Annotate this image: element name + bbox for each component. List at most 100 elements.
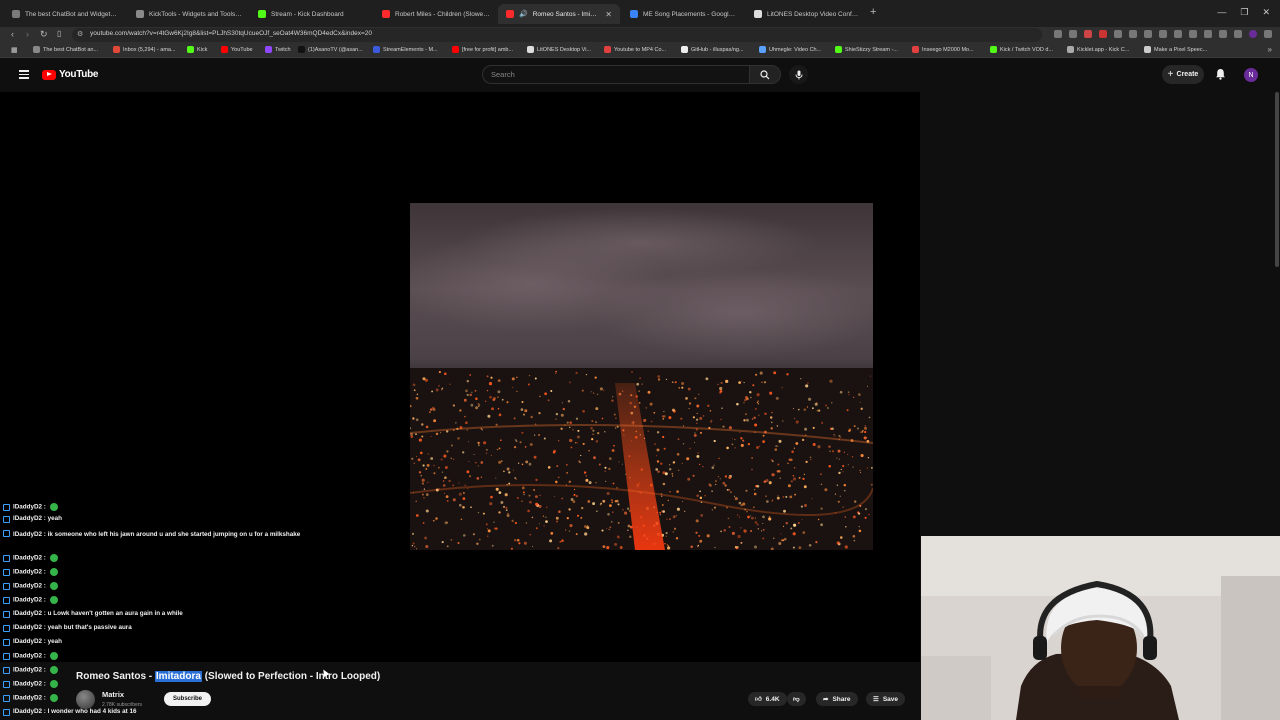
share-button[interactable]: ➦ Share	[816, 692, 858, 706]
bookmark-item[interactable]: LitONES Desktop Vi...	[527, 46, 591, 53]
extension-icon[interactable]	[1144, 30, 1152, 38]
create-button[interactable]: + Create	[1162, 65, 1204, 84]
search-button[interactable]	[749, 65, 781, 84]
chat-separator: :	[42, 680, 48, 688]
audio-playing-icon[interactable]: 🔊	[519, 10, 528, 18]
extension-icon[interactable]	[1189, 30, 1197, 38]
close-window-icon[interactable]: ✕	[1262, 7, 1270, 18]
subscribe-button[interactable]: Subscribe	[164, 692, 211, 706]
extension-icon[interactable]	[1084, 30, 1092, 38]
bookmark-favicon-icon	[1067, 46, 1074, 53]
extension-icon[interactable]	[1234, 30, 1242, 38]
city-light	[682, 443, 685, 445]
bookmark-item[interactable]: Inseego M2000 Mo...	[912, 46, 974, 53]
bookmark-item[interactable]: ShieStizzy Stream -...	[835, 46, 898, 53]
bookmark-item[interactable]: Kick	[187, 46, 207, 53]
city-light	[756, 446, 759, 449]
save-button[interactable]: ☰ Save	[866, 692, 906, 706]
city-light	[769, 391, 773, 395]
reload-icon[interactable]: ↻	[40, 29, 48, 40]
browser-tab[interactable]: ME Song Placements - Google Docs	[622, 4, 746, 24]
profile-icon[interactable]	[1249, 30, 1257, 38]
bookmark-favicon-icon	[265, 46, 272, 53]
extension-icon[interactable]	[1129, 30, 1137, 38]
youtube-logo[interactable]: YouTube	[42, 69, 99, 80]
video-frame-city-night[interactable]	[410, 203, 873, 550]
bookmark-item[interactable]: The best ChatBot an...	[33, 46, 98, 53]
menu-hamburger-icon[interactable]	[19, 70, 29, 79]
extension-icon[interactable]	[1174, 30, 1182, 38]
new-tab-button[interactable]: +	[870, 6, 876, 18]
chat-message-body: lDaddyD2 :	[13, 503, 58, 511]
bookmark-item[interactable]: Twitch	[265, 46, 291, 53]
city-light	[429, 411, 431, 413]
bookmarks-overflow-icon[interactable]: »	[1268, 45, 1272, 54]
city-light	[768, 516, 771, 518]
back-icon[interactable]: ‹	[11, 29, 14, 39]
city-light	[843, 483, 847, 487]
restore-icon[interactable]: ❐	[1240, 7, 1248, 18]
city-light	[631, 371, 633, 373]
bookmark-item[interactable]: Uhmegle: Video Ch...	[759, 46, 821, 53]
city-light	[839, 495, 841, 497]
bookmark-page-icon[interactable]: ▯	[57, 29, 61, 38]
bookmark-item[interactable]: Make a Pixel Speec...	[1144, 46, 1207, 53]
address-bar[interactable]: ⚙ youtube.com/watch?v=r4tGw6Kj2Ig8&list=…	[72, 28, 1042, 42]
menu-dots-icon[interactable]	[1264, 30, 1272, 38]
extension-icon[interactable]	[1054, 30, 1062, 38]
browser-tab-active[interactable]: 🔊 Romeo Santos - Imitadora (S ✕	[498, 4, 620, 24]
like-button[interactable]: 👍︎ 6.4K	[748, 692, 787, 706]
voice-search-button[interactable]	[789, 65, 808, 84]
channel-name[interactable]: Matrix	[102, 690, 124, 699]
bookmark-item[interactable]: Kicklet.app - Kick C...	[1067, 46, 1129, 53]
city-light	[868, 513, 870, 516]
site-info-icon[interactable]: ⚙	[77, 30, 83, 38]
bookmark-item[interactable]: YouTube	[221, 46, 253, 53]
chat-text: yeah but that's passive aura	[47, 624, 132, 631]
page-scrollbar[interactable]	[1275, 92, 1279, 267]
city-light	[486, 528, 488, 530]
bookmark-item[interactable]: StreamElements - M...	[373, 46, 438, 53]
extension-icon[interactable]	[1099, 30, 1107, 38]
extension-icon[interactable]	[1114, 30, 1122, 38]
notifications-button[interactable]	[1215, 67, 1226, 85]
close-tab-icon[interactable]: ✕	[605, 10, 612, 19]
browser-tab[interactable]: The best ChatBot and Widgets for K	[4, 4, 126, 24]
channel-avatar[interactable]	[76, 690, 95, 709]
browser-tab[interactable]: Stream - Kick Dashboard	[250, 4, 372, 24]
forward-icon[interactable]: ›	[26, 29, 29, 39]
browser-tab[interactable]: LitONES Desktop Video Conference	[746, 4, 868, 24]
extension-icon[interactable]	[1204, 30, 1212, 38]
bell-icon	[1216, 69, 1225, 80]
minimize-icon[interactable]: —	[1217, 7, 1226, 18]
city-light	[452, 404, 456, 407]
apps-grid-icon[interactable]: ▦	[11, 46, 18, 54]
city-light	[595, 440, 599, 443]
bookmark-item[interactable]: Youtube to MP4 Co...	[604, 46, 666, 53]
city-light	[464, 484, 466, 487]
bookmark-item[interactable]: (1)AsanoTV (@asan...	[298, 46, 363, 53]
city-light	[780, 533, 782, 535]
bookmark-favicon-icon	[759, 46, 766, 53]
extension-icon[interactable]	[1219, 30, 1227, 38]
city-light	[777, 463, 780, 466]
bookmark-item[interactable]: Kick / Twitch VOD d...	[990, 46, 1053, 53]
city-light	[580, 516, 583, 519]
account-avatar[interactable]: N	[1244, 68, 1258, 82]
extension-icon[interactable]	[1159, 30, 1167, 38]
bookmark-item[interactable]: [free for profit] amb...	[452, 46, 513, 53]
search-input[interactable]: Search	[482, 65, 749, 84]
browser-tab[interactable]: KickTools - Widgets and Tools for Ki	[128, 4, 250, 24]
browser-tab[interactable]: Robert Miles - Children (Slowed — E	[374, 4, 498, 24]
city-light	[836, 484, 839, 486]
extension-icon[interactable]	[1069, 30, 1077, 38]
city-light	[851, 456, 854, 458]
city-light	[742, 439, 745, 442]
chat-emote-icon	[49, 596, 58, 604]
bookmark-item[interactable]: Inbox (5,294) - ama...	[113, 46, 176, 53]
city-light	[430, 435, 432, 437]
city-light	[740, 437, 743, 440]
dislike-button[interactable]: 👎︎	[787, 692, 806, 706]
bookmark-item[interactable]: GitHub - illuspas/ng...	[681, 46, 744, 53]
city-light	[745, 489, 748, 492]
